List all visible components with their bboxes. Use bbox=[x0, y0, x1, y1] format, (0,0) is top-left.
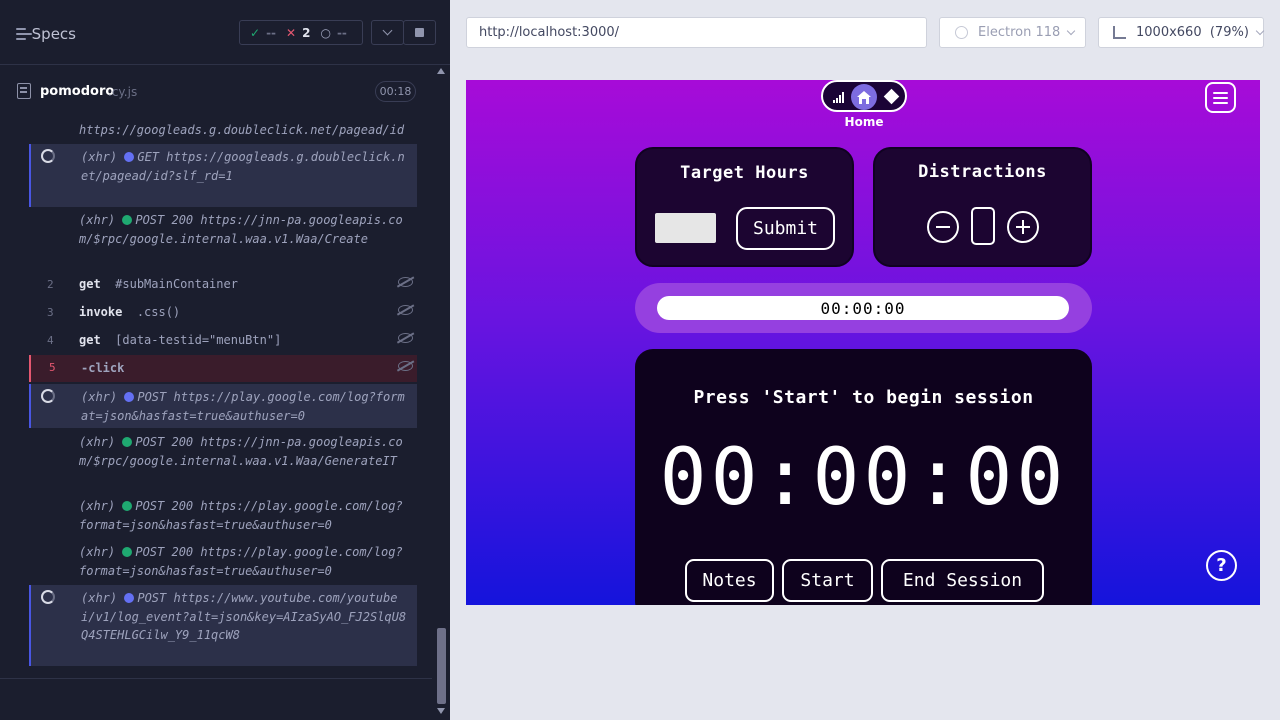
command-row[interactable]: 4 get [data-testid="menuBtn"] bbox=[29, 329, 417, 353]
viewport-zoom: (79%) bbox=[1209, 25, 1249, 40]
session-message: Press 'Start' to begin session bbox=[693, 387, 1034, 408]
stop-button[interactable] bbox=[403, 20, 436, 45]
chevron-down-icon bbox=[1067, 26, 1076, 36]
passed-stat: ✓ -- bbox=[250, 25, 277, 40]
nav-switcher bbox=[821, 80, 907, 112]
end-session-button[interactable]: End Session bbox=[881, 559, 1044, 602]
cypress-reporter: Specs ✓ -- ✕ 2 ○ -- pomodoro .cy.js 00:1… bbox=[0, 0, 450, 720]
check-icon: ✓ bbox=[250, 25, 261, 40]
nav-label: Home bbox=[844, 115, 884, 129]
target-hours-card: Target Hours Submit bbox=[635, 147, 854, 267]
chevron-down-icon bbox=[382, 25, 393, 36]
pomodoro-app: Home Target Hours Submit Distractions 00… bbox=[466, 80, 1260, 605]
eye-slash-icon bbox=[398, 333, 413, 343]
pending-stat: ○ -- bbox=[320, 25, 347, 40]
session-card: Press 'Start' to begin session 00:00:00 … bbox=[635, 349, 1092, 605]
hamburger-icon bbox=[1213, 91, 1228, 94]
ruler-icon bbox=[1113, 26, 1126, 39]
target-hours-input[interactable] bbox=[655, 213, 716, 243]
notes-button[interactable]: Notes bbox=[685, 559, 774, 602]
success-dot-icon bbox=[122, 437, 133, 447]
minus-icon bbox=[936, 226, 950, 228]
log-row[interactable]: (xhr) POST https://play.google.com/log?f… bbox=[29, 384, 417, 428]
url-text: http://localhost:3000/ bbox=[479, 25, 620, 40]
session-timer: 00:00:00 bbox=[659, 433, 1068, 523]
stats-nav-icon[interactable] bbox=[833, 92, 845, 103]
scrollbar-thumb[interactable] bbox=[437, 628, 446, 704]
browser-selector[interactable]: Electron 118 bbox=[939, 17, 1086, 48]
command-row[interactable]: 3 invoke .css() bbox=[29, 301, 417, 325]
failed-stat: ✕ 2 bbox=[286, 25, 311, 40]
distractions-title: Distractions bbox=[918, 162, 1047, 182]
log-row[interactable]: (xhr) POST 200 https://play.google.com/l… bbox=[29, 494, 417, 536]
progress-bar: 00:00:00 bbox=[657, 296, 1069, 320]
log-row[interactable]: (xhr) POST https://www.youtube.com/youtu… bbox=[29, 585, 417, 666]
success-dot-icon bbox=[122, 215, 133, 225]
start-button[interactable]: Start bbox=[782, 559, 873, 602]
spec-extension: .cy.js bbox=[108, 85, 138, 99]
help-button[interactable]: ? bbox=[1206, 550, 1237, 581]
url-bar[interactable]: http://localhost:3000/ bbox=[466, 17, 927, 48]
log-row[interactable]: (xhr) GET https://googleads.g.doubleclic… bbox=[29, 144, 417, 207]
specs-label: Specs bbox=[31, 25, 76, 43]
log-row[interactable]: (xhr) POST 200 https://play.google.com/l… bbox=[29, 540, 417, 582]
divider bbox=[0, 678, 432, 679]
scrollbar[interactable] bbox=[433, 65, 450, 720]
browser-name: Electron 118 bbox=[978, 25, 1061, 40]
chevron-down-icon bbox=[1255, 26, 1265, 36]
increment-button[interactable] bbox=[1007, 211, 1039, 243]
list-icon bbox=[16, 28, 32, 40]
diamond-nav-icon[interactable] bbox=[883, 88, 900, 105]
specs-toggle-button[interactable]: Specs bbox=[16, 24, 76, 44]
eye-slash-icon bbox=[398, 277, 413, 287]
pending-dot-icon bbox=[124, 593, 135, 603]
loading-spinner-icon bbox=[41, 149, 55, 163]
loading-spinner-icon bbox=[41, 590, 55, 604]
pending-dot-icon bbox=[124, 392, 135, 402]
command-row-failed[interactable]: 5 -click bbox=[29, 355, 417, 382]
reporter-header: Specs ✓ -- ✕ 2 ○ -- bbox=[0, 0, 450, 65]
log-row[interactable]: https://googleads.g.doubleclick.net/page… bbox=[29, 118, 417, 142]
scroll-down-arrow-icon[interactable] bbox=[437, 708, 445, 714]
target-hours-title: Target Hours bbox=[680, 163, 809, 183]
viewport-size: 1000x660 bbox=[1136, 25, 1202, 40]
menu-button[interactable] bbox=[1205, 82, 1236, 113]
distractions-card: Distractions bbox=[873, 147, 1092, 267]
decrement-button[interactable] bbox=[927, 211, 959, 243]
log-row[interactable]: (xhr) POST 200 https://jnn-pa.googleapis… bbox=[29, 209, 417, 269]
help-icon: ? bbox=[1216, 555, 1227, 576]
success-dot-icon bbox=[122, 547, 133, 557]
progress-container: 00:00:00 bbox=[635, 283, 1092, 333]
submit-button[interactable]: Submit bbox=[736, 207, 835, 250]
command-log: https://googleads.g.doubleclick.net/page… bbox=[29, 118, 417, 678]
home-nav-icon[interactable] bbox=[851, 84, 877, 110]
viewport-selector[interactable]: 1000x660 (79%) bbox=[1098, 17, 1265, 48]
eye-slash-icon bbox=[398, 361, 413, 371]
scroll-up-arrow-icon[interactable] bbox=[437, 68, 445, 74]
loading-spinner-icon bbox=[41, 389, 55, 403]
pending-dot-icon bbox=[124, 152, 135, 162]
pending-icon: ○ bbox=[320, 25, 331, 40]
file-icon bbox=[17, 83, 31, 99]
eye-slash-icon bbox=[398, 305, 413, 315]
electron-icon bbox=[955, 26, 968, 39]
spec-name: pomodoro bbox=[40, 84, 115, 99]
command-row[interactable]: 2 get #subMainContainer bbox=[29, 273, 417, 297]
stop-icon bbox=[415, 28, 424, 37]
x-icon: ✕ bbox=[286, 25, 297, 40]
log-row[interactable]: (xhr) POST 200 https://jnn-pa.googleapis… bbox=[29, 430, 417, 490]
success-dot-icon bbox=[122, 501, 133, 511]
test-stats: ✓ -- ✕ 2 ○ -- bbox=[239, 20, 363, 45]
spec-duration: 00:18 bbox=[375, 81, 416, 102]
options-dropdown-button[interactable] bbox=[371, 20, 404, 45]
distractions-count bbox=[971, 207, 995, 245]
